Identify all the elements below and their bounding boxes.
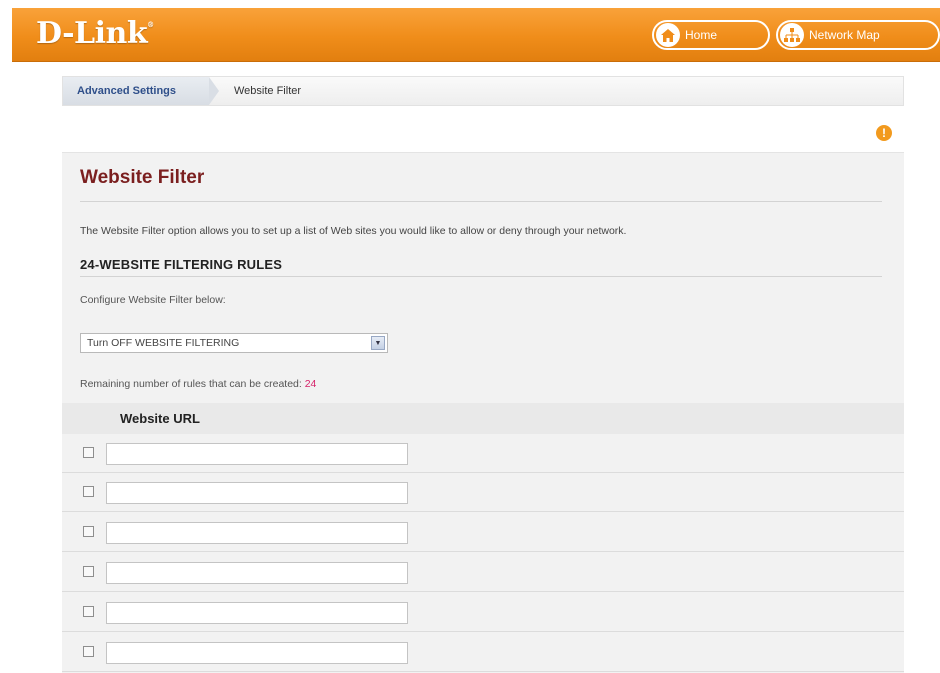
network-map-icon [780, 23, 804, 47]
network-map-button[interactable]: Network Map [776, 20, 940, 50]
help-icon[interactable]: ! [876, 125, 892, 141]
filter-mode-value: Turn OFF WEBSITE FILTERING [87, 337, 240, 349]
website-filter-panel: Website Filter The Website Filter option… [62, 152, 904, 673]
filter-mode-select[interactable]: Turn OFF WEBSITE FILTERING ▼ [80, 333, 388, 353]
network-map-button-label: Network Map [809, 28, 880, 42]
website-url-input[interactable] [106, 602, 408, 624]
row-checkbox[interactable] [83, 486, 94, 497]
home-button[interactable]: Home [652, 20, 770, 50]
breadcrumb-advanced-settings[interactable]: Advanced Settings [63, 77, 209, 105]
page-title: Website Filter [80, 167, 205, 188]
table-header: Website URL [62, 403, 904, 434]
configure-label: Configure Website Filter below: [80, 294, 226, 306]
website-url-input[interactable] [106, 443, 408, 465]
table-row [62, 513, 904, 552]
breadcrumb-current-page: Website Filter [234, 85, 302, 97]
rules-divider [80, 276, 882, 277]
row-checkbox[interactable] [83, 526, 94, 537]
website-url-input[interactable] [106, 642, 408, 664]
chevron-down-icon[interactable]: ▼ [371, 336, 385, 350]
table-row [62, 473, 904, 512]
table-row [62, 593, 904, 632]
table-row [62, 553, 904, 592]
row-checkbox[interactable] [83, 606, 94, 617]
title-divider [80, 201, 882, 202]
breadcrumb: Advanced Settings Website Filter [62, 76, 904, 106]
website-url-column-header: Website URL [120, 411, 200, 426]
rules-heading: 24-WEBSITE FILTERING RULES [80, 257, 283, 272]
row-checkbox[interactable] [83, 646, 94, 657]
home-button-label: Home [685, 28, 718, 42]
remaining-rules-count: 24 [304, 378, 317, 390]
row-checkbox[interactable] [83, 566, 94, 577]
website-url-input[interactable] [106, 562, 408, 584]
page-description: The Website Filter option allows you to … [80, 225, 627, 237]
breadcrumb-separator-icon [209, 77, 219, 105]
table-row [62, 633, 904, 672]
top-header-bar: D-Link® Home Network Map [12, 8, 940, 62]
home-icon [656, 23, 680, 47]
remaining-rules-label: Remaining number of rules that can be cr… [80, 378, 302, 390]
table-row [62, 434, 904, 473]
website-url-input[interactable] [106, 522, 408, 544]
remaining-rules-text: Remaining number of rules that can be cr… [80, 378, 316, 390]
dlink-logo: D-Link® [36, 16, 154, 51]
row-checkbox[interactable] [83, 447, 94, 458]
website-url-input[interactable] [106, 482, 408, 504]
